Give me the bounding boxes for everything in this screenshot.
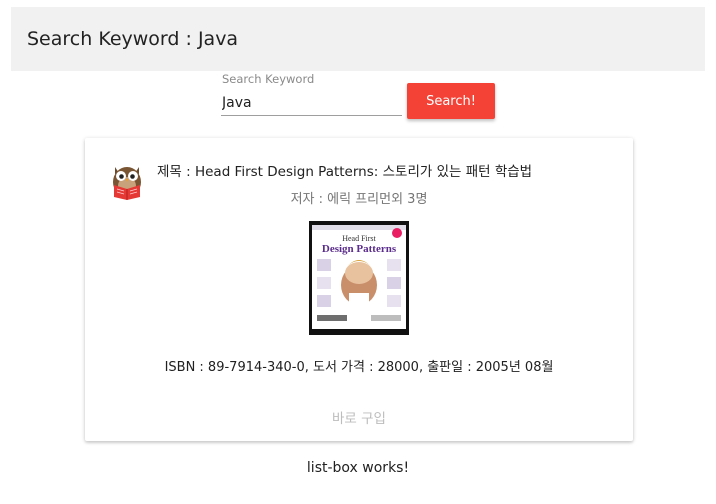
search-button[interactable]: Search! — [407, 83, 495, 119]
buy-now-button[interactable]: 바로 구입 — [317, 402, 401, 432]
search-label: Search Keyword — [222, 72, 315, 86]
book-card: 제목 : Head First Design Patterns: 스토리가 있는… — [85, 138, 633, 441]
toolbar: Search Keyword : Java — [11, 7, 705, 71]
cover-title-line2: Design Patterns — [322, 243, 397, 255]
book-author: 저자 : 에릭 프리먼외 3명 — [290, 192, 428, 207]
search-field: Search Keyword — [221, 70, 402, 117]
footer-status-text: list-box works! — [306, 460, 410, 476]
book-info: ISBN : 89-7914-340-0, 도서 가격 : 28000, 출판일… — [164, 360, 554, 375]
book-cover-image: Head First Design Patterns — [309, 221, 409, 335]
toolbar-title: Search Keyword : Java — [27, 28, 239, 50]
search-input[interactable] — [221, 90, 402, 116]
book-title: 제목 : Head First Design Patterns: 스토리가 있는… — [157, 164, 533, 180]
cover-title-line1: Head First — [342, 234, 376, 243]
